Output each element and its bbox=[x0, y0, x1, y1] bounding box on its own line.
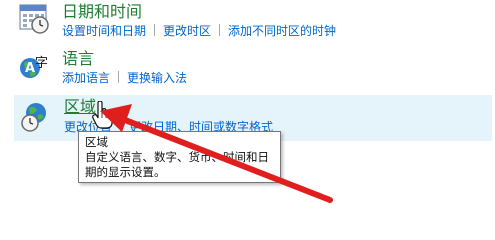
change-input-method-link[interactable]: 更换输入法 bbox=[127, 71, 187, 85]
svg-text:A: A bbox=[25, 61, 35, 76]
date-and-time-title[interactable]: 日期和时间 bbox=[62, 2, 142, 22]
add-language-link[interactable]: 添加语言 bbox=[62, 71, 110, 85]
language-icon[interactable]: A 字 bbox=[18, 50, 50, 82]
link-separator bbox=[154, 24, 156, 36]
language-title[interactable]: 语言 bbox=[62, 49, 94, 69]
language-links: 添加语言 更换输入法 bbox=[62, 70, 187, 86]
change-time-zone-link[interactable]: 更改时区 bbox=[163, 24, 211, 38]
calendar-clock-icon[interactable] bbox=[18, 2, 50, 34]
section-date-and-time: 日期和时间 设置时间和日期 更改时区 添加不同时区的时钟 bbox=[14, 0, 484, 42]
date-and-time-links: 设置时间和日期 更改时区 添加不同时区的时钟 bbox=[62, 23, 336, 39]
link-separator bbox=[118, 71, 120, 83]
region-tooltip: 区域 自定义语言、数字、货币、时间和日 期的显示设置。 bbox=[78, 131, 281, 183]
tooltip-title: 区域 bbox=[85, 135, 108, 149]
add-clocks-link[interactable]: 添加不同时区的时钟 bbox=[228, 24, 336, 38]
tooltip-description-line2: 期的显示设置。 bbox=[85, 165, 166, 179]
section-language: A 字 语言 添加语言 更换输入法 bbox=[14, 46, 484, 90]
globe-clock-icon[interactable] bbox=[20, 101, 52, 133]
svg-text:字: 字 bbox=[35, 56, 48, 71]
hand-cursor-icon bbox=[92, 100, 114, 129]
set-time-and-date-link[interactable]: 设置时间和日期 bbox=[62, 24, 146, 38]
link-separator bbox=[219, 24, 221, 36]
tooltip-description-line1: 自定义语言、数字、货币、时间和日 bbox=[85, 150, 269, 164]
